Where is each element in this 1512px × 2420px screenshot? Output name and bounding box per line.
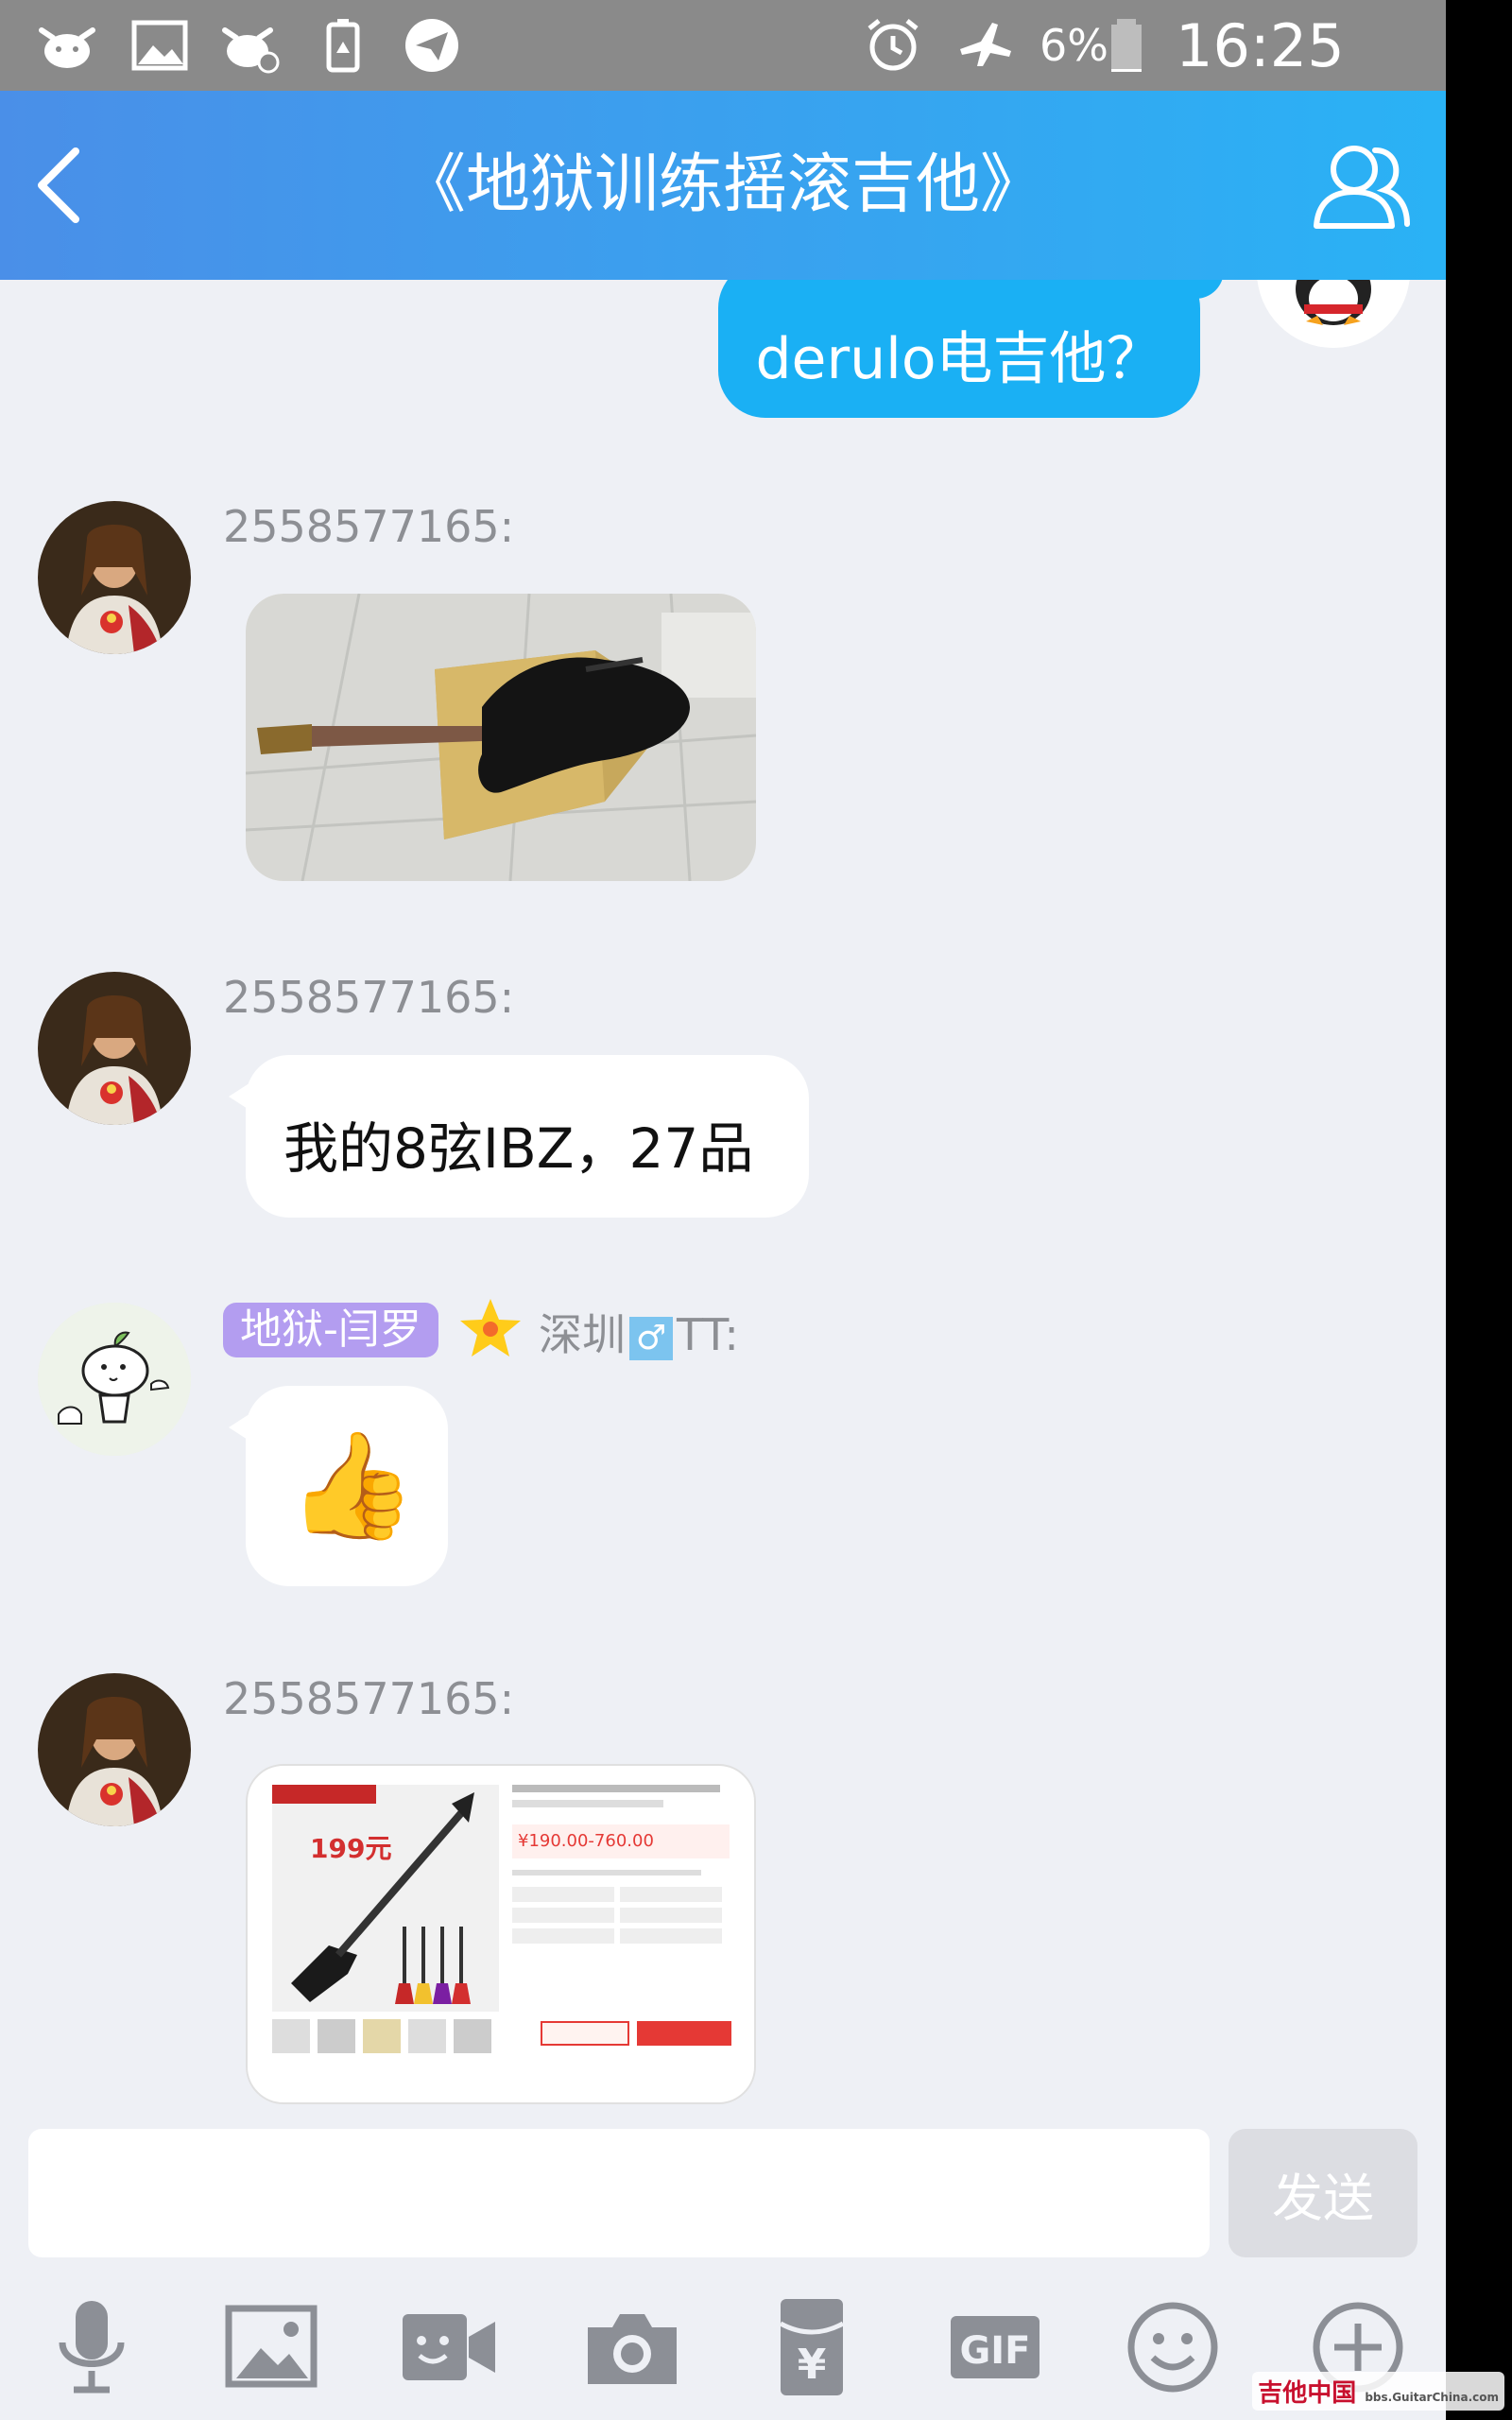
sender-avatar[interactable] <box>38 1303 191 1456</box>
incoming-bubble[interactable]: 👍 <box>229 1386 448 1586</box>
message-input[interactable] <box>28 2129 1210 2257</box>
recycle-icon <box>326 19 360 73</box>
send-button[interactable]: 发送 <box>1228 2129 1418 2257</box>
svg-text:GIF: GIF <box>959 2329 1030 2373</box>
cow-icon <box>39 27 95 68</box>
chevron-left-icon[interactable] <box>26 138 93 233</box>
watermark-text: 吉他中国 <box>1258 2379 1357 2408</box>
chat-header: 《地狱训练摇滚吉他》 <box>0 91 1446 280</box>
image-message[interactable] <box>246 594 756 881</box>
cartoon-sprout-icon <box>38 1303 191 1456</box>
image-icon[interactable] <box>219 2295 323 2399</box>
watermark-subtext: bbs.GuitarChina.com <box>1365 2391 1499 2404</box>
emoji-icon[interactable] <box>1121 2295 1225 2399</box>
guitar-photo <box>246 594 756 881</box>
product-image: 199元 <box>272 1785 499 2012</box>
product-thumbnails <box>272 2019 499 2053</box>
cow-muted-icon <box>222 27 280 74</box>
my-avatar[interactable] <box>1257 280 1410 348</box>
member-title-badge: 地狱-闫罗 <box>223 1303 438 1357</box>
sender-avatar[interactable] <box>38 972 191 1125</box>
sender-name: 2558577165: <box>223 501 515 552</box>
price-range: ¥190.00-760.00 <box>512 1824 730 1858</box>
send-app-icon <box>405 19 458 72</box>
outgoing-bubble-tail <box>1186 280 1224 299</box>
star-icon <box>460 1299 521 1357</box>
male-gender-icon: ♂ <box>629 1316 673 1360</box>
sender-name: 2558577165: <box>223 1673 515 1724</box>
microphone-icon[interactable] <box>40 2295 144 2399</box>
add-to-cart-button <box>637 2021 731 2046</box>
battery-icon <box>1111 19 1142 72</box>
alarm-icon <box>868 19 919 71</box>
battery-percent-text: 6% <box>1040 20 1108 71</box>
sender-nickname: TT: <box>677 1309 739 1360</box>
sender-location: 深圳 <box>539 1309 626 1360</box>
airplane-icon <box>960 23 1011 66</box>
gif-icon[interactable]: GIF <box>943 2295 1047 2399</box>
guitar-product-icon <box>291 1792 474 2004</box>
message-list[interactable]: derulo电吉他？ 2558577165: 2558577165: 我的8弦I… <box>0 280 1446 2127</box>
jesus-portrait-icon <box>38 1673 191 1826</box>
sender-avatar[interactable] <box>38 501 191 654</box>
camera-icon[interactable] <box>580 2295 684 2399</box>
chat-screen: 6% 16:25 《地狱训练摇滚吉他》 derulo电吉他？ 255857716… <box>0 0 1446 2420</box>
jesus-portrait-icon <box>38 972 191 1125</box>
gallery-icon <box>131 20 188 71</box>
screen-edge <box>1446 0 1512 2420</box>
battery-percent: 6% <box>1040 0 1108 91</box>
thumbs-up-icon: 👍 <box>287 1425 417 1546</box>
chat-title: 《地狱训练摇滚吉他》 <box>401 147 1044 222</box>
sender-meta: 深圳 ♂ TT: <box>539 1301 739 1363</box>
group-members-icon[interactable] <box>1309 133 1413 237</box>
penguin-avatar-icon <box>1257 280 1410 348</box>
incoming-message-text: 我的8弦IBZ，27品 <box>284 1116 754 1181</box>
input-toolbar: ¥ GIF <box>0 2269 1446 2420</box>
status-bar: 6% 16:25 <box>0 0 1446 91</box>
sender-avatar[interactable] <box>38 1673 191 1826</box>
video-chat-icon[interactable] <box>397 2295 501 2399</box>
product-details: ¥190.00-760.00 <box>512 1785 739 2068</box>
jesus-portrait-icon <box>38 501 191 654</box>
buy-now-button <box>541 2021 629 2046</box>
sender-name: 2558577165: <box>223 972 515 1023</box>
svg-text:¥: ¥ <box>798 2341 827 2389</box>
incoming-bubble[interactable]: 我的8弦IBZ，27品 <box>229 1055 809 1218</box>
image-message[interactable]: 199元 ¥190.00-760.00 <box>246 1764 756 2104</box>
red-packet-icon[interactable]: ¥ <box>760 2295 864 2399</box>
clock: 16:25 <box>1176 0 1345 91</box>
clock-text: 16:25 <box>1176 10 1345 80</box>
outgoing-bubble[interactable]: derulo电吉他？ <box>718 280 1200 418</box>
watermark: 吉他中国 bbs.GuitarChina.com <box>1252 2372 1504 2411</box>
outgoing-message-text: derulo电吉他？ <box>755 325 1163 392</box>
